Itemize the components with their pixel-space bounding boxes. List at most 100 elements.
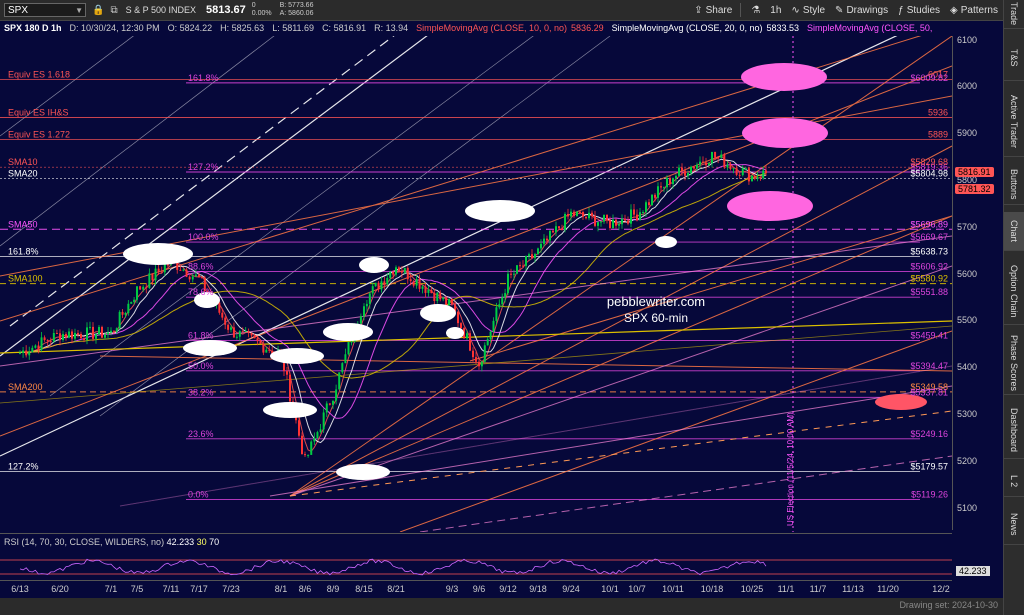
change-pct: 0.00%	[251, 10, 272, 17]
candle-body	[600, 221, 602, 223]
time-axis[interactable]: 6/13 6/20 7/1 7/5 7/11 7/17 7/23 8/1 8/6 8/9 8/15 8…	[0, 580, 952, 599]
y-tick-label: 5100	[957, 502, 978, 513]
candle-body	[573, 211, 575, 217]
candle-body	[130, 302, 133, 304]
link-icon[interactable]: ⧉	[110, 5, 117, 16]
rsi-panel[interactable]: RSI (14, 70, 30, CLOSE, WILDERS, no) 42.…	[0, 533, 952, 580]
candle-body	[445, 297, 448, 306]
candle-body	[513, 273, 515, 275]
sidebar-tab-l-2[interactable]: L 2	[1004, 466, 1024, 497]
x-tick-label: 10/25	[740, 584, 764, 594]
low-readout: L: 5811.69	[272, 23, 315, 33]
candle-body	[415, 279, 418, 286]
price-axis[interactable]: 5100 5200 5300 5400 5500 5600 5700 5800 5900 6000…	[952, 34, 1005, 530]
sma10-study-label[interactable]: SimpleMovingAvg (CLOSE, 10, 0, no)	[416, 23, 567, 33]
symbol-input[interactable]: SPX ▼	[4, 3, 86, 17]
patterns-button[interactable]: ◈ Patterns	[950, 5, 998, 16]
candle-body	[142, 286, 145, 290]
candle-body	[687, 173, 689, 176]
candle-body	[711, 151, 713, 164]
lock-icon[interactable]: 🔒	[92, 5, 104, 16]
candle-body	[759, 177, 762, 179]
share-button[interactable]: ⇪ Share	[694, 5, 732, 16]
candle-body	[645, 202, 647, 213]
candle-body	[392, 271, 395, 275]
level-label: 23.6%	[188, 429, 214, 439]
candle-body	[726, 164, 729, 168]
watermark-line2: SPX 60-min	[624, 311, 688, 325]
share-icon: ⇪	[694, 4, 703, 16]
studies-button[interactable]: ƒ Studies	[898, 5, 940, 16]
level-value: $5394.47	[910, 361, 948, 371]
candle-body	[460, 323, 462, 329]
style-icon: ∿	[791, 4, 800, 16]
candle-body	[241, 331, 244, 333]
level-value: $5337.81	[910, 387, 948, 397]
candle-body	[427, 289, 430, 293]
candle-body	[238, 331, 241, 337]
candle-body	[313, 437, 316, 442]
candle-body	[744, 168, 747, 170]
candle-body	[751, 175, 753, 182]
candle-body	[148, 273, 151, 288]
sidebar-tab-active-trader[interactable]: Active Trader	[1004, 88, 1024, 157]
right-sidebar: Trade T&S Active Trader Buttons Chart Option …	[1003, 0, 1024, 615]
candle-body	[525, 255, 527, 266]
candle-body	[696, 164, 698, 169]
candle-body	[363, 306, 365, 317]
sidebar-tab-t-s[interactable]: T&S	[1004, 36, 1024, 81]
candle-body	[80, 333, 82, 339]
sidebar-tab-buttons[interactable]: Buttons	[1004, 164, 1024, 205]
candle-body	[244, 331, 247, 333]
drawings-button[interactable]: ✎ Drawings	[835, 5, 888, 16]
candle-body	[350, 341, 353, 343]
sma20-study-label[interactable]: SimpleMovingAvg (CLOSE, 20, 0, no)	[612, 23, 763, 33]
candle-body	[341, 363, 344, 373]
candle-body	[374, 282, 377, 287]
candle-body	[448, 299, 451, 306]
x-tick-label: 11/13	[842, 584, 864, 594]
change-value: 0	[251, 2, 256, 9]
sidebar-tab-option-chain[interactable]: Option Chain	[1004, 258, 1024, 325]
y-tick-label: 6100	[957, 34, 978, 45]
bid-ask: B: 5773.66 A: 5860.06	[280, 2, 314, 18]
candle-body	[639, 212, 641, 221]
x-tick-label: 6/20	[51, 584, 69, 594]
candle-body	[68, 331, 70, 338]
sidebar-tab-news[interactable]: News	[1004, 504, 1024, 545]
candle-body	[732, 168, 735, 170]
x-tick-label: 11/1	[777, 584, 795, 594]
sidebar-tab-trade[interactable]: Trade	[1004, 0, 1024, 29]
flask-button[interactable]: ⚗	[751, 5, 760, 16]
chevron-down-icon[interactable]: ▼	[75, 6, 83, 15]
candle-body	[609, 220, 611, 229]
candle-body	[498, 304, 501, 308]
sma50-study-label[interactable]: SimpleMovingAvg (CLOSE, 50,	[807, 23, 932, 33]
sma20-study-value: 5833.53	[766, 23, 800, 33]
candle-body	[179, 269, 182, 271]
candle-body	[268, 349, 271, 351]
interval-button[interactable]: 1h	[770, 5, 781, 16]
x-tick-label: 8/1	[274, 584, 288, 594]
y-tick-label: 5200	[957, 455, 978, 466]
sidebar-tab-dashboard[interactable]: Dashboard	[1004, 402, 1024, 459]
candle-body	[483, 345, 486, 362]
candle-body	[139, 286, 142, 290]
candle-body	[615, 219, 617, 226]
sidebar-tab-phase-scores[interactable]: Phase Scores	[1004, 332, 1024, 395]
level-value: 5936	[928, 107, 948, 117]
level-value: $5638.73	[910, 247, 948, 257]
sidebar-tab-chart[interactable]: Chart	[1004, 212, 1024, 251]
style-button[interactable]: ∿ Style	[791, 5, 825, 16]
candle-body	[672, 178, 674, 185]
candle-body	[567, 213, 569, 217]
top-toolbar: SPX ▼ 🔒 ⧉ S & P 500 INDEX 5813.67 0 0.00% …	[0, 0, 1004, 21]
x-tick-label: 10/1	[601, 584, 619, 594]
last-price: 5813.67	[205, 4, 246, 16]
price-chart[interactable]: US Election (11/5/24, 10:00 AM) Equiv ES…	[0, 36, 952, 532]
candle-body	[651, 194, 653, 206]
candle-body	[386, 277, 389, 285]
candle-body	[412, 281, 415, 286]
candle-body	[555, 226, 557, 233]
x-tick-label: 7/23	[222, 584, 240, 594]
